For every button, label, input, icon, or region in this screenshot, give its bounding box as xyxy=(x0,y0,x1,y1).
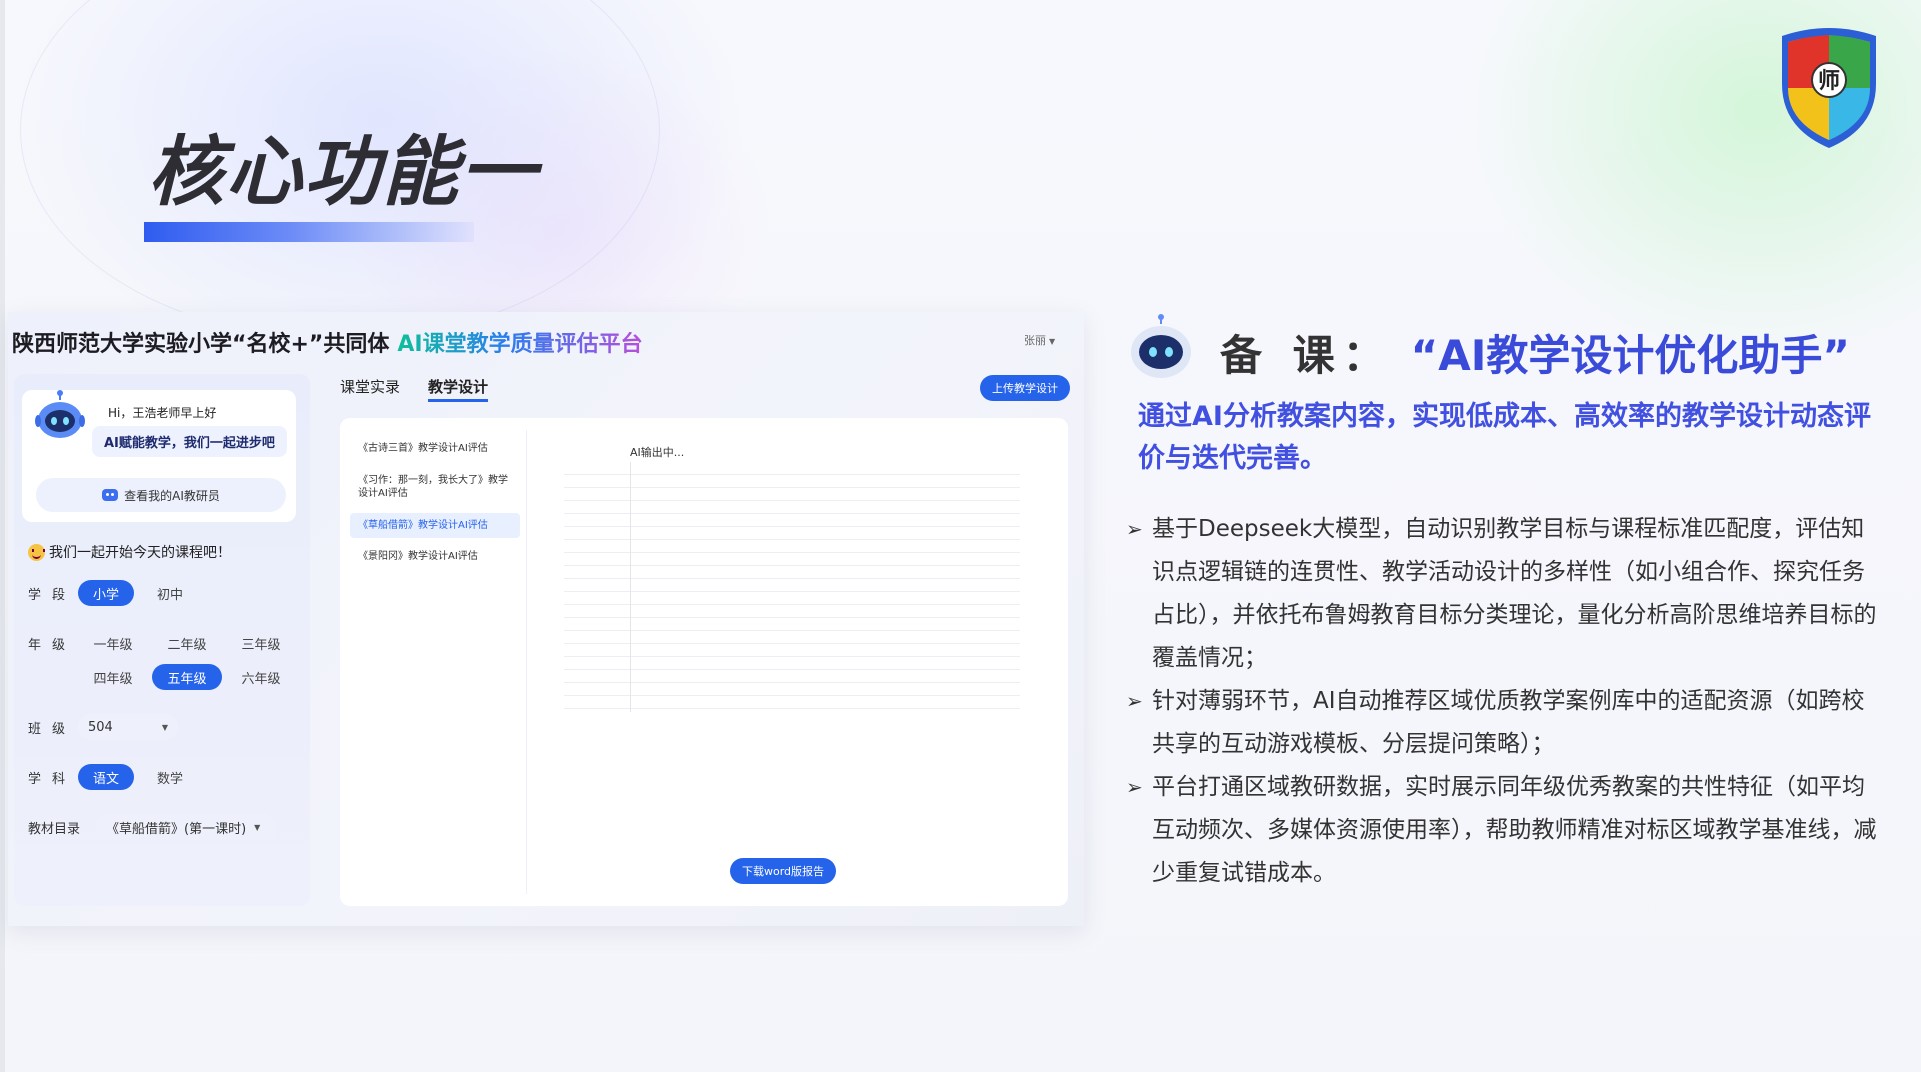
stage-option-primary[interactable]: 小学 xyxy=(78,580,134,606)
subject-option-chinese[interactable]: 语文 xyxy=(78,764,134,790)
greeting-message: AI赋能教学，我们一起进步吧 xyxy=(92,426,287,457)
output-area-rule xyxy=(630,462,631,712)
arrow-bullet-icon: ➢ xyxy=(1126,775,1143,799)
sidebar: Hi，王浩老师早上好 AI赋能教学，我们一起进步吧 查看我的AI教研员 我们一起… xyxy=(14,374,310,906)
view-ai-mentor-label: 查看我的AI教研员 xyxy=(124,488,220,503)
app-title-main: 陕西师范大学实验小学“名校+”共同体 xyxy=(12,332,390,357)
subject-option-math[interactable]: 数学 xyxy=(142,764,198,790)
class-label: 班级 xyxy=(28,722,77,737)
start-course-text: 我们一起开始今天的课程吧！ xyxy=(28,542,231,562)
robot-icon xyxy=(102,489,119,501)
chevron-down-icon: ▼ xyxy=(1049,337,1056,346)
school-shield-logo: 师 xyxy=(1782,28,1876,148)
panel-divider xyxy=(526,430,527,894)
document-item[interactable]: 《景阳冈》教学设计AI评估 xyxy=(350,544,520,570)
feature-bullet: ➢ 平台打通区域教研数据，实时展示同年级优秀教案的共性特征（如平均互动频次、多媒… xyxy=(1126,766,1878,895)
tab-classroom-record[interactable]: 课堂实录 xyxy=(340,376,400,397)
robot-avatar-icon xyxy=(35,390,85,438)
grade-option-6[interactable]: 六年级 xyxy=(226,664,296,690)
ai-output-status: AI输出中... xyxy=(630,446,685,459)
view-ai-mentor-button[interactable]: 查看我的AI教研员 xyxy=(36,478,286,512)
slide-title: 核心功能一 xyxy=(148,127,538,216)
chevron-down-icon: ▼ xyxy=(254,822,261,832)
tab-teaching-design[interactable]: 教学设计 xyxy=(428,376,489,402)
grade-label: 年级 xyxy=(28,638,77,653)
stage-label: 学段 xyxy=(28,588,77,603)
user-menu[interactable]: 张丽 ▼ xyxy=(1024,332,1055,348)
grade-option-2[interactable]: 二年级 xyxy=(152,630,222,656)
feature-bullet-text: 基于Deepseek大模型，自动识别教学目标与课程标准匹配度，评估知识点逻辑链的… xyxy=(1152,516,1877,671)
feature-subtitle: 通过AI分析教案内容，实现低成本、高效率的教学设计动态评价与迭代完善。 xyxy=(1138,401,1871,474)
download-word-report-button[interactable]: 下载word版报告 xyxy=(730,858,837,884)
feature-bullet-list: ➢ 基于Deepseek大模型，自动识别教学目标与课程标准匹配度，评估知识点逻辑… xyxy=(1126,508,1878,895)
feature-heading: 备 课： “AI教学设计优化助手” xyxy=(1220,322,1850,383)
greeting-hi: Hi，王浩老师早上好 xyxy=(108,406,217,420)
greeting-card: Hi，王浩老师早上好 AI赋能教学，我们一起进步吧 查看我的AI教研员 xyxy=(22,390,296,522)
stage-option-junior[interactable]: 初中 xyxy=(142,580,198,606)
grade-option-1[interactable]: 一年级 xyxy=(78,630,148,656)
ai-output-area xyxy=(564,462,1020,712)
grade-option-4[interactable]: 四年级 xyxy=(78,664,148,690)
smile-icon xyxy=(28,543,45,561)
feature-bullet: ➢ 基于Deepseek大模型，自动识别教学目标与课程标准匹配度，评估知识点逻辑… xyxy=(1126,508,1878,680)
feature-heading-prefix: 备 课： xyxy=(1220,331,1393,380)
feature-bullet-text: 平台打通区域教研数据，实时展示同年级优秀教案的共性特征（如平均互动频次、多媒体资… xyxy=(1152,774,1877,886)
class-select[interactable]: 504 ▼ xyxy=(78,714,178,740)
title-underline xyxy=(144,222,474,242)
user-name: 张丽 xyxy=(1024,334,1046,347)
document-item-selected[interactable]: 《草船借箭》教学设计AI评估 xyxy=(350,512,520,538)
slide-edge xyxy=(0,0,5,1072)
grade-option-3[interactable]: 三年级 xyxy=(226,630,296,656)
teaching-design-panel: 《古诗三首》教学设计AI评估 《习作：那一刻，我长大了》教学设计AI评估 《草船… xyxy=(340,418,1068,906)
document-item[interactable]: 《古诗三首》教学设计AI评估 xyxy=(350,436,520,462)
grade-option-5[interactable]: 五年级 xyxy=(152,664,222,690)
document-item[interactable]: 《习作：那一刻，我长大了》教学设计AI评估 xyxy=(350,468,520,507)
feature-heading-name: “AI教学设计优化助手” xyxy=(1410,331,1850,380)
textbook-select[interactable]: 《草船借箭》(第一课时) ▼ xyxy=(96,814,276,840)
logo-char: 师 xyxy=(1818,68,1840,94)
start-course-label: 我们一起开始今天的课程吧！ xyxy=(49,545,231,561)
feature-bullet-text: 针对薄弱环节，AI自动推荐区域优质教学案例库中的适配资源（如跨校共享的互动游戏模… xyxy=(1152,688,1865,757)
app-title-accent: AI课堂教学质量评估平台 xyxy=(397,332,643,357)
app-title: 陕西师范大学实验小学“名校+”共同体 AI课堂教学质量评估平台 xyxy=(12,326,643,358)
arrow-bullet-icon: ➢ xyxy=(1126,689,1143,713)
arrow-bullet-icon: ➢ xyxy=(1126,517,1143,541)
class-value: 504 xyxy=(88,719,113,735)
chevron-down-icon: ▼ xyxy=(161,722,168,732)
subject-label: 学科 xyxy=(28,772,77,787)
feature-bullet: ➢ 针对薄弱环节，AI自动推荐区域优质教学案例库中的适配资源（如跨校共享的互动游… xyxy=(1126,680,1878,766)
robot-mascot-icon xyxy=(1131,314,1191,378)
app-screenshot: 陕西师范大学实验小学“名校+”共同体 AI课堂教学质量评估平台 张丽 ▼ Hi，王浩… xyxy=(8,312,1084,926)
upload-teaching-design-button[interactable]: 上传教学设计 xyxy=(980,375,1070,401)
document-list: 《古诗三首》教学设计AI评估 《习作：那一刻，我长大了》教学设计AI评估 《草船… xyxy=(350,436,520,576)
textbook-value: 《草船借箭》(第一课时) xyxy=(106,821,247,837)
textbook-label: 教材目录 xyxy=(28,822,81,837)
